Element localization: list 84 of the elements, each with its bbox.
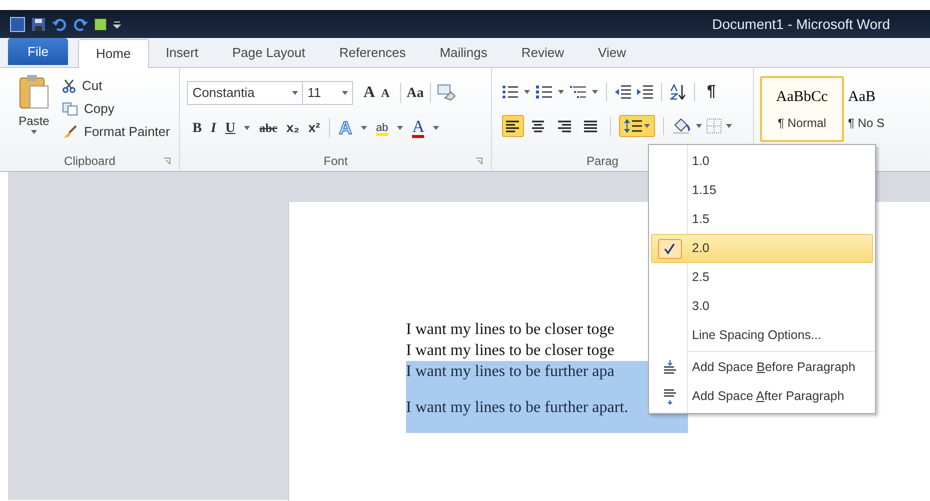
caret-icon (31, 130, 37, 134)
grow-font-button[interactable]: A (361, 81, 377, 105)
space-before-icon (663, 360, 677, 376)
ribbon-tab[interactable]: Mailings (422, 39, 504, 67)
style-gallery-item[interactable]: AaB ¶ No S (846, 76, 930, 142)
caret-icon (292, 91, 298, 95)
window-title: Document1 - Microsoft Word (712, 14, 890, 34)
file-tab[interactable]: File (8, 38, 68, 65)
caret-icon (524, 90, 530, 94)
save-icon[interactable] (31, 16, 46, 32)
document-text-line: I want my lines to be further apa (406, 362, 614, 382)
caret-icon (360, 126, 367, 130)
menu-item[interactable]: 1.0 (651, 147, 873, 176)
ribbon-tab[interactable]: View (581, 39, 643, 67)
caret-icon (342, 91, 348, 95)
format-painter-button[interactable]: Format Painter (62, 122, 170, 142)
increase-indent-icon[interactable] (636, 85, 653, 99)
menu-item[interactable]: Line Spacing Options... (651, 321, 873, 350)
caret-icon (644, 124, 650, 128)
decrease-indent-icon[interactable] (614, 85, 631, 99)
caret-icon (592, 90, 598, 94)
document-text-line: I want my lines to be closer toge (406, 320, 614, 340)
line-spacing-button[interactable] (618, 115, 655, 137)
group-label: Parag (586, 153, 618, 170)
menu-item[interactable]: 2.0 (651, 234, 873, 263)
font-color-button[interactable]: A (412, 118, 424, 138)
menu-item[interactable]: 1.5 (651, 205, 873, 234)
ribbon-tab[interactable]: Review (504, 39, 582, 67)
dialog-launcher-icon[interactable] (474, 157, 483, 165)
document-text-line: I want my lines to be closer toge (406, 341, 614, 361)
menu-item[interactable]: 1.15 (651, 176, 873, 205)
dialog-launcher-icon[interactable] (163, 157, 172, 165)
font-size-field[interactable]: 11 (303, 81, 354, 105)
caret-icon (397, 126, 404, 130)
sort-icon[interactable] (670, 84, 686, 100)
ribbon-tab[interactable]: References (322, 39, 423, 67)
show-formatting-button[interactable]: ¶ (702, 80, 720, 104)
group-label: Font (324, 153, 348, 170)
strikethrough-button[interactable]: abc (259, 119, 278, 137)
cut-button[interactable]: Cut (62, 76, 170, 96)
caret-icon (433, 126, 440, 130)
menu-item[interactable]: Add Space Before Paragraph (651, 353, 873, 382)
group-label: Clipboard (64, 153, 116, 170)
bullets-icon[interactable] (502, 85, 518, 99)
multilevel-list-icon[interactable] (570, 85, 586, 99)
underline-button[interactable]: U (225, 118, 236, 138)
line-spacing-icon (624, 118, 642, 134)
document-text-line: I want my lines to be further apart. (406, 398, 628, 418)
copy-button[interactable]: Copy (62, 99, 170, 119)
italic-button[interactable]: I (210, 118, 216, 138)
color-swatch-icon[interactable] (94, 18, 107, 30)
subscript-button[interactable]: x₂ (286, 118, 300, 138)
checkmark-icon (658, 238, 682, 258)
redo-icon[interactable] (73, 16, 88, 32)
paste-button[interactable]: Paste (14, 74, 54, 151)
menu-item[interactable]: 2.5 (651, 263, 873, 292)
menu-item[interactable]: Add Space After Paragraph (651, 382, 873, 411)
style-gallery-item[interactable]: AaBbCc ¶ Normal (760, 76, 844, 142)
numbering-icon[interactable] (536, 85, 552, 99)
caret-icon (244, 126, 250, 130)
caret-icon (558, 90, 564, 94)
scissors-icon (62, 79, 76, 93)
bold-button[interactable]: B (192, 118, 202, 138)
paint-bucket-icon[interactable] (672, 117, 692, 135)
customize-toolbar-icon[interactable] (113, 19, 121, 29)
shrink-font-button[interactable]: A (377, 84, 394, 102)
paintbrush-icon (62, 125, 78, 139)
ribbon-tab[interactable]: Insert (148, 39, 216, 67)
clipboard-icon (18, 74, 50, 110)
copy-icon (62, 102, 78, 116)
menu-item[interactable]: 3.0 (651, 292, 873, 321)
caret-icon (696, 124, 702, 128)
borders-icon[interactable] (706, 118, 722, 134)
highlight-button[interactable]: ab (376, 120, 388, 136)
align-left-icon[interactable] (502, 115, 524, 137)
ribbon-tab[interactable]: Home (78, 39, 149, 68)
space-after-icon (663, 388, 677, 404)
font-name-field[interactable]: Constantia (187, 81, 304, 105)
caret-icon (726, 124, 732, 128)
change-case-button[interactable]: Aa (406, 82, 424, 104)
superscript-button[interactable]: x² (308, 118, 320, 138)
undo-icon[interactable] (52, 16, 67, 32)
eraser-icon[interactable] (436, 84, 457, 102)
ribbon-tab[interactable]: Page Layout (215, 39, 322, 67)
